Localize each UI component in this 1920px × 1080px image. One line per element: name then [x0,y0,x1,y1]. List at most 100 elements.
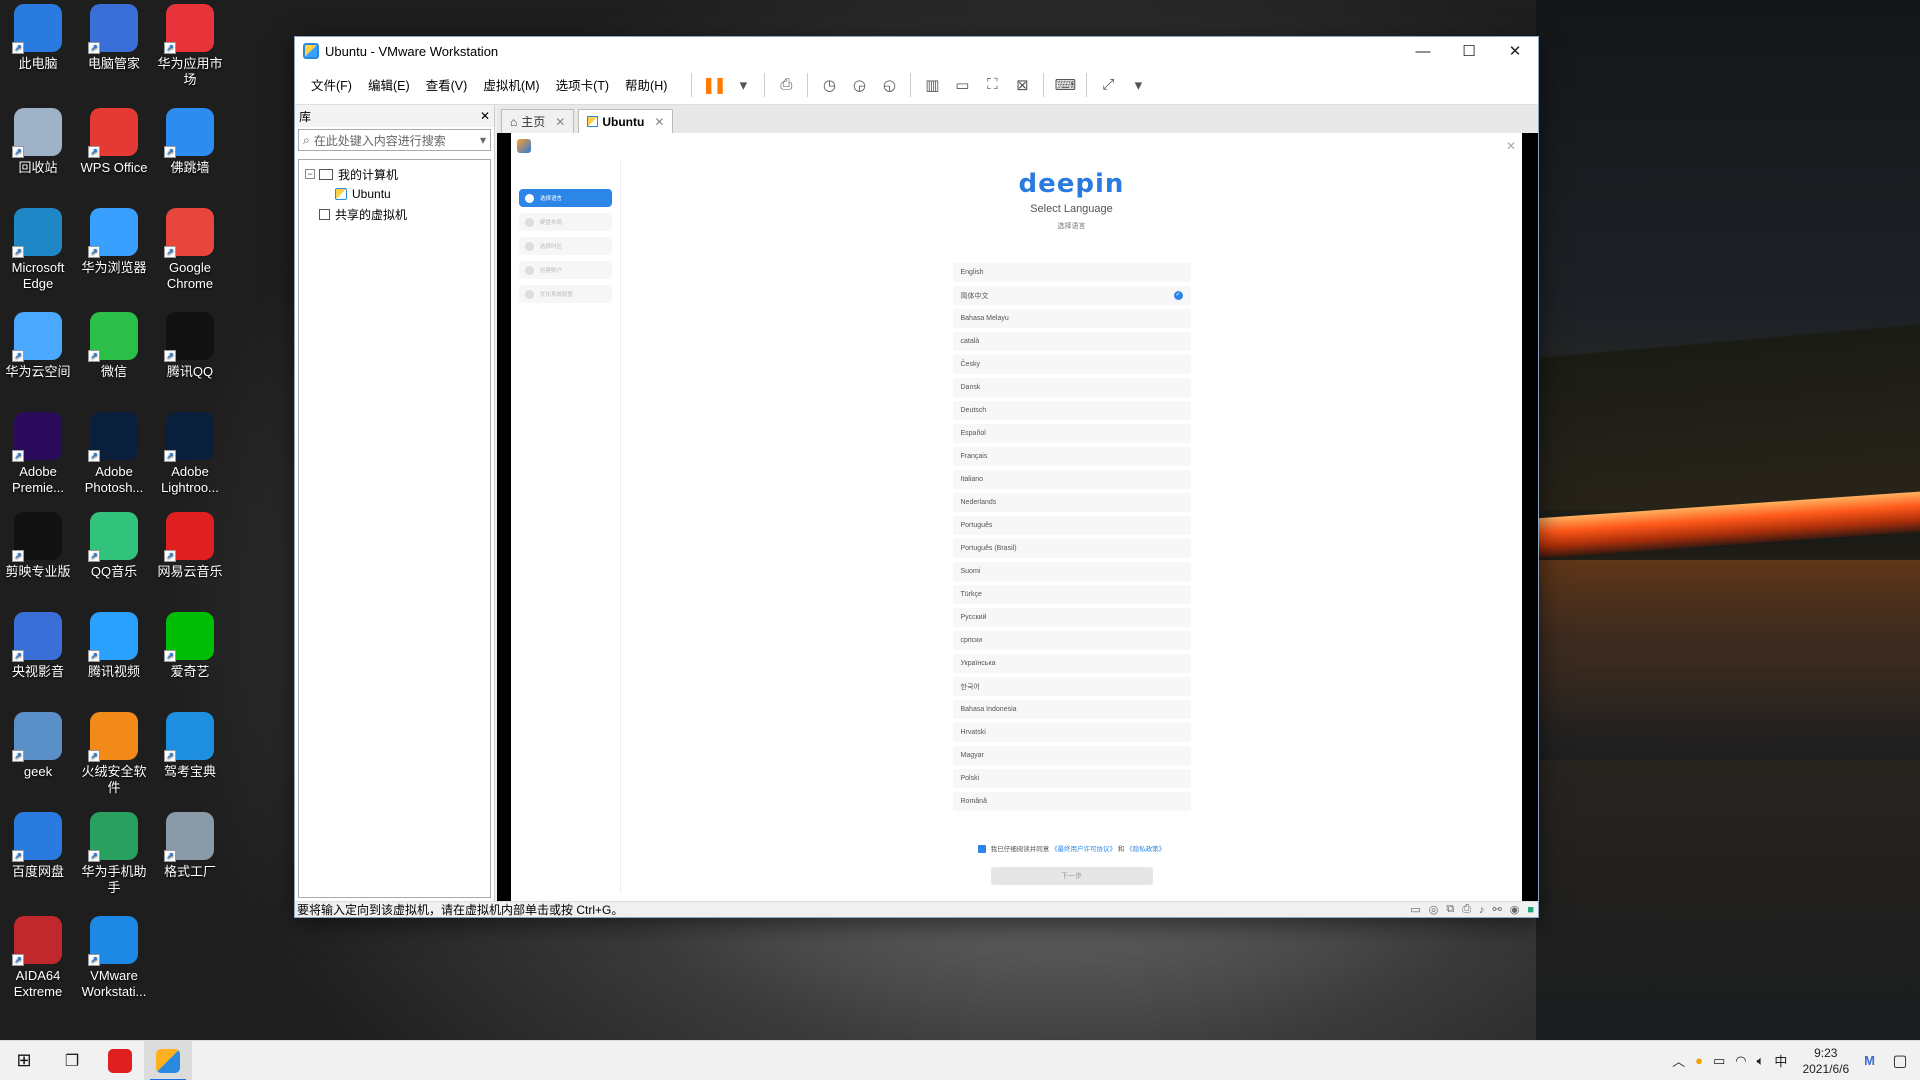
language-item[interactable]: Русский [952,608,1191,627]
language-item[interactable]: српски [952,631,1191,650]
language-item[interactable]: Polski [952,769,1191,788]
desktop-icon[interactable]: ↗ 百度网盘 [0,808,76,880]
library-close-icon[interactable]: ✕ [480,109,490,123]
network-icon[interactable]: ⧉ [1446,903,1454,916]
clock[interactable]: 9:23 2021/6/6 [1802,1045,1849,1077]
show-library-icon[interactable]: ▥ [921,74,943,96]
hdd-icon[interactable]: ▭ [1410,903,1420,916]
language-item[interactable]: English [952,263,1191,282]
thumbnail-bar-icon[interactable]: ▭ [951,74,973,96]
language-item[interactable]: Dansk [952,378,1191,397]
desktop-icon[interactable]: ↗ 华为应用市场 [152,0,228,88]
display-icon[interactable]: ◉ [1510,903,1520,916]
search-dropdown-icon[interactable]: ▾ [480,133,486,147]
message-icon[interactable]: ■ [1527,904,1534,916]
language-item[interactable]: Suomi [952,562,1191,581]
desktop-icon[interactable]: ↗ geek [0,708,76,780]
unity-icon[interactable]: ⊠ [1011,74,1033,96]
desktop-icon[interactable]: ↗ 佛跳墙 [152,104,228,176]
tree-node-shared[interactable]: 共享的虚拟机 [305,204,484,224]
desktop-icon[interactable]: ↗ 此电脑 [0,0,76,72]
console-icon[interactable]: ⌨ [1054,74,1077,96]
language-item[interactable]: Português [952,516,1191,535]
desktop-icon[interactable]: ↗ 央视影音 [0,608,76,680]
pc-manager-tray-icon[interactable]: M [1864,1053,1875,1068]
desktop-icon[interactable]: ↗ Adobe Photosh... [76,408,152,496]
show-hidden-icons-icon[interactable]: ︿ [1672,1051,1685,1070]
language-item[interactable]: Hrvatski [952,723,1191,742]
send-ctrl-alt-del-icon[interactable]: ⎙ [775,74,797,96]
desktop-icon[interactable]: ↗ Adobe Premie... [0,408,76,496]
next-button[interactable]: 下一步 [990,867,1153,885]
close-button[interactable]: ✕ [1492,37,1538,65]
desktop-icon[interactable]: ↗ Adobe Lightroo... [152,408,228,496]
language-item[interactable]: Português (Brasil) [952,539,1191,558]
desktop-icon[interactable]: ↗ 电脑管家 [76,0,152,72]
sound-icon[interactable]: ♪ [1479,904,1485,916]
language-item[interactable]: Magyar [952,746,1191,765]
snapshot-manager-icon[interactable]: ◵ [878,74,900,96]
privacy-link[interactable]: 《隐私政策》 [1126,846,1165,853]
desktop-icon[interactable]: ↗ 华为手机助手 [76,808,152,896]
taskbar-netease-music[interactable] [96,1041,144,1080]
taskbar-vmware[interactable] [144,1040,192,1080]
language-item[interactable]: Bahasa Melayu [952,309,1191,328]
notification-center-icon[interactable]: ▢ [1880,1041,1920,1080]
menu-help[interactable]: 帮助(H) [617,75,675,94]
language-item[interactable]: Українська [952,654,1191,673]
tab-ubuntu[interactable]: Ubuntu ✕ [578,109,674,133]
desktop-icon[interactable]: ↗ 剪映专业版 [0,508,76,580]
desktop-icon[interactable]: ↗ VMware Workstati... [76,912,152,1000]
language-item[interactable]: Nederlands [952,493,1191,512]
collapse-icon[interactable]: − [305,169,315,179]
maximize-button[interactable]: ☐ [1446,37,1492,65]
vm-display[interactable]: ✕ 选择语言 硬盘布局 选择时区 创建账户 优化系统配置 deepin Select L… [497,133,1538,901]
stretch-dropdown-icon[interactable]: ▾ [1127,74,1149,96]
desktop-icon[interactable]: ↗ 华为云空间 [0,308,76,380]
eula-link[interactable]: 《最终用户许可协议》 [1051,846,1116,853]
desktop-icon[interactable]: ↗ 腾讯视频 [76,608,152,680]
language-item[interactable]: Bahasa Indonesia [952,700,1191,719]
minimize-button[interactable]: — [1400,37,1446,65]
installer-close-icon[interactable]: ✕ [1506,139,1516,153]
language-item[interactable]: Română [952,792,1191,811]
desktop-icon[interactable]: ↗ 腾讯QQ [152,308,228,380]
desktop-icon[interactable]: ↗ Google Chrome [152,204,228,292]
language-item[interactable]: Deutsch [952,401,1191,420]
language-item[interactable]: Česky [952,355,1191,374]
language-item[interactable]: Italiano [952,470,1191,489]
desktop-icon[interactable]: ↗ 格式工厂 [152,808,228,880]
desktop-icon[interactable]: ↗ 微信 [76,308,152,380]
pause-icon[interactable]: ❚❚ [702,74,727,96]
menu-file[interactable]: 文件(F) [303,75,360,94]
desktop-icon[interactable]: ↗ Microsoft Edge [0,204,76,292]
menu-view[interactable]: 查看(V) [418,75,476,94]
task-view-icon[interactable]: ❐ [48,1041,96,1080]
menu-edit[interactable]: 编辑(E) [360,75,418,94]
agree-checkbox[interactable] [977,845,986,854]
language-item[interactable]: 简体中文 ✓ [952,286,1191,305]
wifi-icon[interactable]: ◠ [1735,1053,1746,1069]
desktop-icon[interactable]: ↗ WPS Office [76,104,152,176]
tree-node-my-computer[interactable]: − 我的计算机 [305,164,484,184]
desktop-icon[interactable]: ↗ 爱奇艺 [152,608,228,680]
library-search-input[interactable]: ⌕ 在此处键入内容进行搜索 ▾ [298,129,491,151]
stretch-guest-icon[interactable]: ⤢ [1097,74,1119,96]
volume-icon[interactable]: 🔈︎ [1757,1053,1765,1069]
fullscreen-icon[interactable]: ⛶ [981,74,1003,96]
menu-tabs[interactable]: 选项卡(T) [548,75,617,94]
revert-snapshot-icon[interactable]: ◶ [848,74,870,96]
tab-close-icon[interactable]: ✕ [555,115,565,129]
tab-home[interactable]: ⌂ 主页 ✕ [501,109,575,133]
tree-node-ubuntu[interactable]: Ubuntu [305,184,484,204]
desktop-icon[interactable]: ↗ QQ音乐 [76,508,152,580]
desktop-icon[interactable]: ↗ 网易云音乐 [152,508,228,580]
desktop-icon[interactable]: ↗ 驾考宝典 [152,708,228,780]
cd-icon[interactable]: ◎ [1429,903,1439,916]
desktop-icon[interactable]: ↗ AIDA64 Extreme [0,912,76,1000]
printer-icon[interactable]: ⎙ [1462,903,1471,916]
language-item[interactable]: Español [952,424,1191,443]
snapshot-icon[interactable]: ◷ [818,74,840,96]
usb-icon[interactable]: ⚯ [1493,903,1502,916]
windows-start-icon[interactable]: ⊞ [0,1041,48,1080]
